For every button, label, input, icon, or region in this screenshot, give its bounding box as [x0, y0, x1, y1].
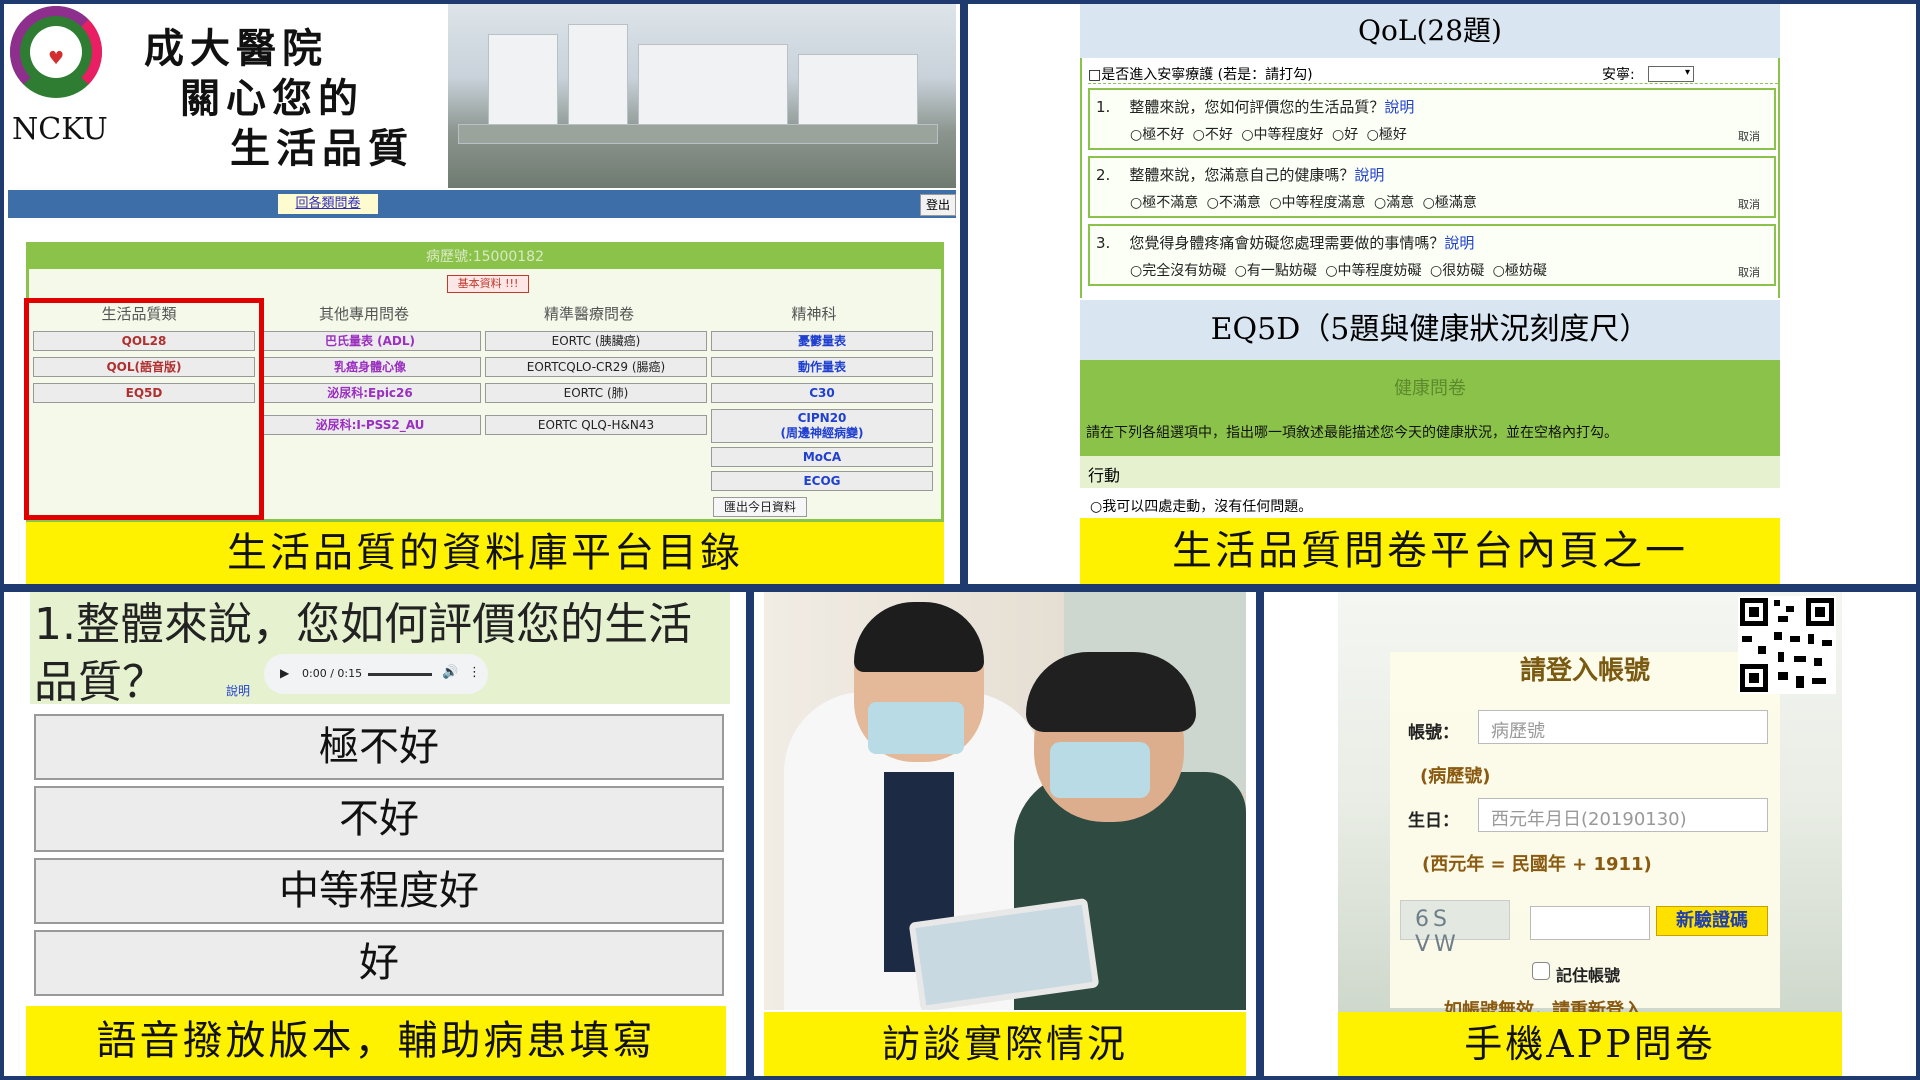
qr-code-icon [1738, 596, 1836, 694]
eortc-pancreas-button[interactable]: EORTC (胰臟癌) [485, 331, 707, 351]
mobility-section-label: 行動 [1080, 456, 1780, 488]
birthday-input[interactable]: 西元年月日(20190130) [1478, 798, 1768, 832]
column-header: 精神科 [791, 305, 837, 323]
title-line: 關心您的 [180, 75, 364, 122]
cipn20-button[interactable]: CIPN20 (周邊神經病變) [711, 409, 933, 443]
hospital-building-image [448, 4, 956, 188]
question-number: 3. [1096, 234, 1111, 252]
cancel-button[interactable]: 取消 [1738, 196, 1760, 212]
interview-photo [764, 592, 1246, 1010]
explain-link[interactable]: 說明 [1444, 234, 1474, 252]
hospice-select-label: 安寧: [1602, 67, 1635, 83]
remember-label: 記住帳號 [1556, 966, 1621, 985]
question-box: 1. 整體來說，您如何評價您的生活品質？說明 ○極不好 ○不好 ○中等程度好 ○… [1088, 88, 1776, 150]
question-header: 1.整體來說，您如何評價您的生活品質？ ▶ 0:00 / 0:15 🔊 ⋮ 說明 [30, 592, 730, 708]
caption: 語音撥放版本，輔助病患填寫 [26, 1006, 726, 1076]
answer-options[interactable]: ○極不滿意 ○不滿意 ○中等程度滿意 ○滿意 ○極滿意 [1130, 192, 1477, 212]
basic-info-button[interactable]: 基本資料 !!! [447, 275, 529, 293]
caption: 訪談實際情況 [764, 1012, 1246, 1076]
header-title: 成大醫院 關心您的 生活品質 [144, 24, 414, 174]
voice-version-panel: 1.整體來說，您如何評價您的生活品質？ ▶ 0:00 / 0:15 🔊 ⋮ 說明… [4, 592, 746, 1076]
c30-button[interactable]: C30 [711, 383, 933, 403]
audio-progress-bar[interactable] [368, 673, 432, 676]
remember-checkbox[interactable] [1532, 962, 1550, 980]
answer-button[interactable]: 好 [34, 930, 724, 996]
answer-button[interactable]: 不好 [34, 786, 724, 852]
column-header: 其他專用問卷 [318, 305, 409, 323]
explain-link[interactable]: 說明 [226, 682, 250, 699]
answer-button[interactable]: 極不好 [34, 714, 724, 780]
ncku-label: NCKU [12, 112, 108, 147]
question-number: 2. [1096, 166, 1111, 184]
health-questionnaire-title: 健康問卷 [1394, 378, 1466, 399]
ipss-button[interactable]: 泌尿科:I-PSS2_AU [259, 415, 481, 435]
epic26-button[interactable]: 泌尿科:Epic26 [259, 383, 481, 403]
eq5d-header: 健康問卷 請在下列各組選項中，指出哪一項敘述最能描述您今天的健康狀況，並在空格內… [1080, 360, 1780, 456]
highlight-box [24, 298, 264, 520]
movement-scale-button[interactable]: 動作量表 [711, 357, 933, 377]
question-text: 您覺得身體疼痛會妨礙您處理需要做的事情嗎？ [1129, 234, 1445, 252]
eortc-lung-button[interactable]: EORTC (肺) [485, 383, 707, 403]
mobile-app-panel: 請登入帳號 帳號： 病歷號 (病歷號) 生日： 西元年月日(20190130) … [1264, 592, 1916, 1076]
audio-time: 0:00 / 0:15 [302, 667, 363, 680]
question-text: 整體來說，您如何評價您的生活品質？ [1129, 98, 1385, 116]
export-today-button[interactable]: 匯出今日資料 [713, 497, 807, 517]
hospice-select[interactable]: ▾ [1648, 66, 1694, 82]
nav-bar: 回各類問卷 登出 [8, 190, 956, 218]
logout-button[interactable]: 登出 [920, 194, 956, 216]
birthday-label: 生日： [1408, 811, 1459, 831]
captcha-input[interactable] [1530, 906, 1650, 940]
caption: 手機APP問卷 [1338, 1012, 1842, 1076]
qol-title: QoL(28題) [1080, 4, 1780, 58]
eortc-cr29-button[interactable]: EORTCQLO-CR29 (腸癌) [485, 357, 707, 377]
play-icon[interactable]: ▶ [280, 666, 289, 680]
captcha-image: 6S VW [1400, 900, 1510, 957]
catalog-panel: ♥ NCKU 成大醫院 關心您的 生活品質 回各類問卷 登出 病歷號:15000… [4, 4, 960, 584]
more-icon[interactable]: ⋮ [468, 665, 481, 680]
breast-image-button[interactable]: 乳癌身體心像 [259, 357, 481, 377]
moca-button[interactable]: MoCA [711, 447, 933, 467]
caption: 生活品質的資料庫平台目錄 [26, 522, 944, 584]
ecog-button[interactable]: ECOG [711, 471, 933, 491]
account-label: 帳號： [1408, 723, 1459, 743]
login-title: 請登入帳號 [1519, 656, 1650, 686]
qol-form: □是否進入安寧療護 (若是：請打勾) 安寧: ▾ 1. 整體來說，您如何評價您的… [1080, 58, 1780, 298]
column-header: 精準醫療問卷 [543, 305, 634, 323]
hospice-row: □是否進入安寧療護 (若是：請打勾) 安寧: ▾ [1088, 64, 1778, 84]
instruction-text: 請在下列各組選項中，指出哪一項敘述最能描述您今天的健康狀況，並在空格內打勾。 [1086, 425, 1618, 441]
answer-options[interactable]: ○完全沒有妨礙 ○有一點妨礙 ○中等程度妨礙 ○很妨礙 ○極妨礙 [1130, 260, 1547, 280]
audio-player[interactable]: ▶ 0:00 / 0:15 🔊 ⋮ [264, 654, 488, 694]
depression-scale-button[interactable]: 憂鬱量表 [711, 331, 933, 351]
eq5d-title: EQ5D（5題與健康狀況刻度尺） [1080, 300, 1780, 360]
questionnaire-page-panel: QoL(28題) □是否進入安寧療護 (若是：請打勾) 安寧: ▾ 1. 整體來… [968, 4, 1916, 584]
caption: 生活品質問卷平台內頁之一 [1080, 518, 1780, 584]
question-box: 3. 您覺得身體疼痛會妨礙您處理需要做的事情嗎？說明 ○完全沒有妨礙 ○有一點妨… [1088, 224, 1776, 286]
mobility-option[interactable]: ○我可以四處走動，沒有任何問題。 [1080, 488, 1780, 518]
hospital-header: ♥ NCKU 成大醫院 關心您的 生活品質 [4, 4, 956, 188]
answer-options[interactable]: ○極不好 ○不好 ○中等程度好 ○好 ○極好 [1130, 124, 1407, 144]
back-to-questionnaires-link[interactable]: 回各類問卷 [278, 194, 378, 214]
patient-id: 病歷號:15000182 [29, 245, 941, 269]
explain-link[interactable]: 說明 [1354, 166, 1384, 184]
new-captcha-button[interactable]: 新驗證碼 [1656, 906, 1768, 936]
birthday-note: (西元年 = 民國年 + 1911) [1422, 854, 1652, 875]
question-number: 1. [1096, 98, 1111, 116]
explain-link[interactable]: 說明 [1384, 98, 1414, 116]
heart-icon: ♥ [48, 48, 65, 69]
hospice-checkbox-label[interactable]: □是否進入安寧療護 (若是：請打勾) [1088, 67, 1313, 83]
cancel-button[interactable]: 取消 [1738, 264, 1760, 280]
eortc-hn43-button[interactable]: EORTC QLQ-H&N43 [485, 415, 707, 435]
question-box: 2. 整體來說，您滿意自己的健康嗎？說明 ○極不滿意 ○不滿意 ○中等程度滿意 … [1088, 156, 1776, 218]
adl-button[interactable]: 巴氏量表 (ADL) [259, 331, 481, 351]
ncku-logo: ♥ [10, 6, 102, 98]
title-line: 成大醫院 [144, 25, 328, 72]
interview-photo-panel: 訪談實際情況 [754, 592, 1256, 1076]
cancel-button[interactable]: 取消 [1738, 128, 1760, 144]
account-input[interactable]: 病歷號 [1478, 710, 1768, 744]
answer-button[interactable]: 中等程度好 [34, 858, 724, 924]
title-line: 生活品質 [230, 125, 414, 172]
question-text: 整體來說，您滿意自己的健康嗎？ [1129, 166, 1355, 184]
account-note: (病歷號) [1420, 766, 1491, 787]
volume-icon[interactable]: 🔊 [442, 665, 458, 680]
